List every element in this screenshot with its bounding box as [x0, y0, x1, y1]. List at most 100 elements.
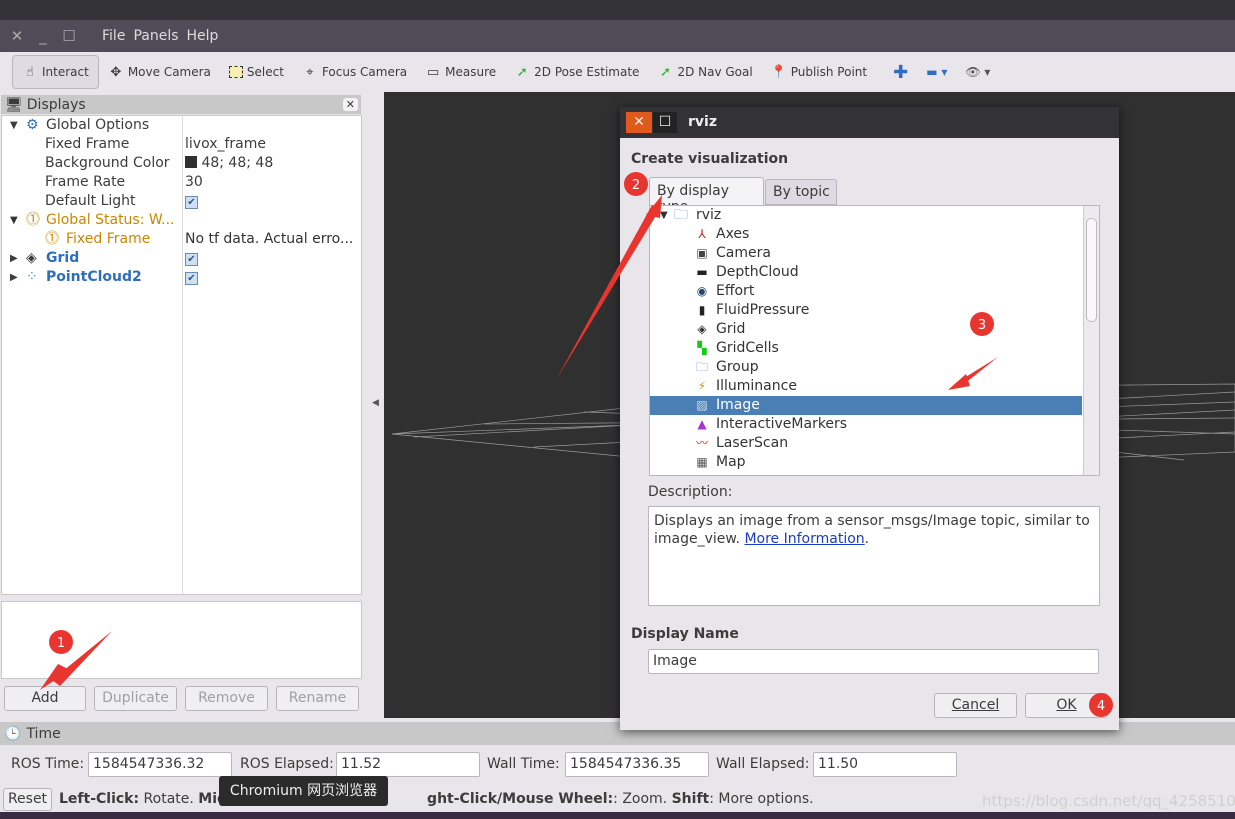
maximize-window-icon[interactable]: ☐: [56, 27, 82, 45]
add-tool-button[interactable]: ✚: [884, 55, 917, 89]
green-arrow-icon: ➚: [659, 64, 671, 80]
display-type-list[interactable]: ▼ 🗀 rviz ⅄ Axes ▣ Camera ▬ DepthCloud ◉ Effort ▮ Fl…: [649, 205, 1100, 476]
value[interactable]: 48; 48; 48: [201, 155, 273, 171]
tree-row-grid[interactable]: ▶ ◈ Grid ✔: [2, 249, 361, 268]
value[interactable]: 30: [185, 173, 203, 192]
list-item-gridcells[interactable]: ▚ GridCells: [650, 339, 1082, 358]
cancel-button[interactable]: Cancel: [934, 693, 1017, 718]
eye-icon[interactable]: 👁 ▾: [956, 55, 999, 89]
taskbar: [0, 812, 1235, 819]
list-item-group[interactable]: 🗀 Group: [650, 358, 1082, 377]
menu-file[interactable]: File: [102, 28, 125, 44]
grid-icon: ◈: [697, 322, 707, 336]
tool-2d-nav-goal[interactable]: ➚ 2D Nav Goal: [648, 55, 761, 89]
label: Frame Rate: [45, 174, 126, 190]
tool-publish-point[interactable]: 📍 Publish Point: [762, 55, 876, 89]
add-button[interactable]: Add: [4, 686, 86, 711]
tree-row-fixed-frame-status[interactable]: ⓵ Fixed Frame No tf data. Actual erro...: [2, 230, 361, 249]
list-item-axes[interactable]: ⅄ Axes: [650, 225, 1082, 244]
tree-row-pointcloud2[interactable]: ▶ ⁘ PointCloud2 ✔: [2, 268, 361, 287]
list-item-fluidpressure[interactable]: ▮ FluidPressure: [650, 301, 1082, 320]
tool-measure[interactable]: ▭ Measure: [416, 55, 505, 89]
more-information-link[interactable]: More Information: [744, 531, 864, 547]
wall-elapsed-label: Wall Elapsed:: [716, 756, 810, 772]
displays-panel: 🖥 Displays ✕ ▼ ⚙ Global Options Fixed Fram…: [0, 92, 384, 718]
display-name-input[interactable]: Image: [648, 649, 1099, 674]
close-window-icon[interactable]: ✕: [4, 27, 30, 45]
minimize-window-icon[interactable]: _: [30, 27, 56, 45]
list-item-depthcloud[interactable]: ▬ DepthCloud: [650, 263, 1082, 282]
value[interactable]: livox_frame: [185, 135, 266, 154]
pointcloud-icon: ⁘: [26, 269, 38, 285]
tab-by-display-type[interactable]: By display type: [649, 177, 764, 215]
scrollbar[interactable]: [1083, 206, 1099, 475]
wall-time-field[interactable]: 1584547336.35: [565, 752, 709, 777]
checkbox[interactable]: ✔: [185, 272, 198, 285]
axes-icon: ⅄: [698, 227, 706, 241]
watermark: https://blog.csdn.net/qq_42585108: [982, 792, 1235, 810]
tab-by-topic[interactable]: By topic: [765, 179, 837, 205]
tree-row-frame-rate[interactable]: Frame Rate 30: [2, 173, 361, 192]
label: Global Options: [46, 117, 150, 133]
item-label: Camera: [716, 245, 771, 261]
ros-time-field[interactable]: 1584547336.32: [88, 752, 232, 777]
tool-move-camera[interactable]: ✥ Move Camera: [99, 55, 220, 89]
collapse-handle-icon[interactable]: ◀: [372, 398, 379, 408]
displays-title: Displays: [26, 96, 86, 113]
ruler-icon: ▭: [426, 64, 440, 80]
tree-row-default-light[interactable]: Default Light ✔: [2, 192, 361, 211]
menu-help[interactable]: Help: [187, 28, 219, 44]
remove-tool-button[interactable]: ▬ ▾: [917, 55, 956, 89]
list-item-laserscan[interactable]: 〰 LaserScan: [650, 434, 1082, 453]
dialog-title-bar: ✕ ☐ rviz: [620, 107, 1119, 138]
list-item-map[interactable]: ▦ Map: [650, 453, 1082, 472]
checkbox[interactable]: ✔: [185, 196, 198, 209]
label: Default Light: [45, 193, 136, 209]
dialog-close-icon[interactable]: ✕: [626, 112, 652, 133]
monitor-icon: 🖥: [5, 96, 23, 113]
clock-icon: 🕒: [4, 725, 22, 742]
tree-row-global-options[interactable]: ▼ ⚙ Global Options: [2, 116, 361, 135]
value: No tf data. Actual erro...: [185, 231, 354, 247]
item-label: InteractiveMarkers: [716, 416, 848, 432]
list-item-grid[interactable]: ◈ Grid: [650, 320, 1082, 339]
tool-focus-camera[interactable]: ⌖ Focus Camera: [293, 55, 416, 89]
wall-elapsed-field[interactable]: 11.50: [813, 752, 957, 777]
reset-button[interactable]: Reset: [3, 788, 52, 811]
menu-panels[interactable]: Panels: [133, 28, 178, 44]
tool-select[interactable]: Select: [220, 55, 293, 89]
list-item-interactivemarkers[interactable]: ▲ InteractiveMarkers: [650, 415, 1082, 434]
item-label: FluidPressure: [716, 302, 810, 318]
tree-row-background-color[interactable]: Background Color 48; 48; 48: [2, 154, 361, 173]
tree-row-global-status[interactable]: ▼ ⓵ Global Status: W...: [2, 211, 361, 230]
menu-bar: ✕ _ ☐ File Panels Help: [0, 20, 1235, 52]
gear-icon: ⚙: [26, 117, 39, 133]
time-title: Time: [26, 725, 61, 742]
remove-button[interactable]: Remove: [185, 686, 268, 711]
tool-interact[interactable]: ☝ Interact: [12, 55, 99, 89]
tool-label: Publish Point: [790, 65, 868, 79]
tree-root-rviz[interactable]: ▼ 🗀 rviz: [650, 206, 1082, 225]
list-item-effort[interactable]: ◉ Effort: [650, 282, 1082, 301]
scrollbar-thumb[interactable]: [1086, 218, 1097, 322]
checkbox[interactable]: ✔: [185, 253, 198, 266]
list-item-illuminance[interactable]: ⚡ Illuminance: [650, 377, 1082, 396]
list-item-camera[interactable]: ▣ Camera: [650, 244, 1082, 263]
properties-area: [1, 601, 362, 679]
list-item-image[interactable]: ▨ Image: [650, 396, 1082, 415]
illuminance-icon: ⚡: [697, 379, 707, 393]
dialog-maximize-icon[interactable]: ☐: [653, 112, 677, 133]
tool-2d-pose-estimate[interactable]: ➚ 2D Pose Estimate: [505, 55, 648, 89]
status-text: Left-Click: Rotate. Mid ght-Click/Mouse W…: [59, 791, 814, 807]
tree-row-fixed-frame[interactable]: Fixed Frame livox_frame: [2, 135, 361, 154]
grid-icon: ◈: [26, 250, 37, 266]
close-panel-icon[interactable]: ✕: [342, 98, 358, 111]
duplicate-button[interactable]: Duplicate: [94, 686, 177, 711]
select-icon: [228, 66, 243, 78]
ok-button[interactable]: OK: [1025, 693, 1108, 718]
rename-button[interactable]: Rename: [276, 686, 359, 711]
ros-elapsed-field[interactable]: 11.52: [336, 752, 480, 777]
dialog-title: rviz: [688, 114, 717, 130]
tool-label: Select: [246, 65, 284, 79]
tool-label: 2D Pose Estimate: [534, 65, 640, 79]
